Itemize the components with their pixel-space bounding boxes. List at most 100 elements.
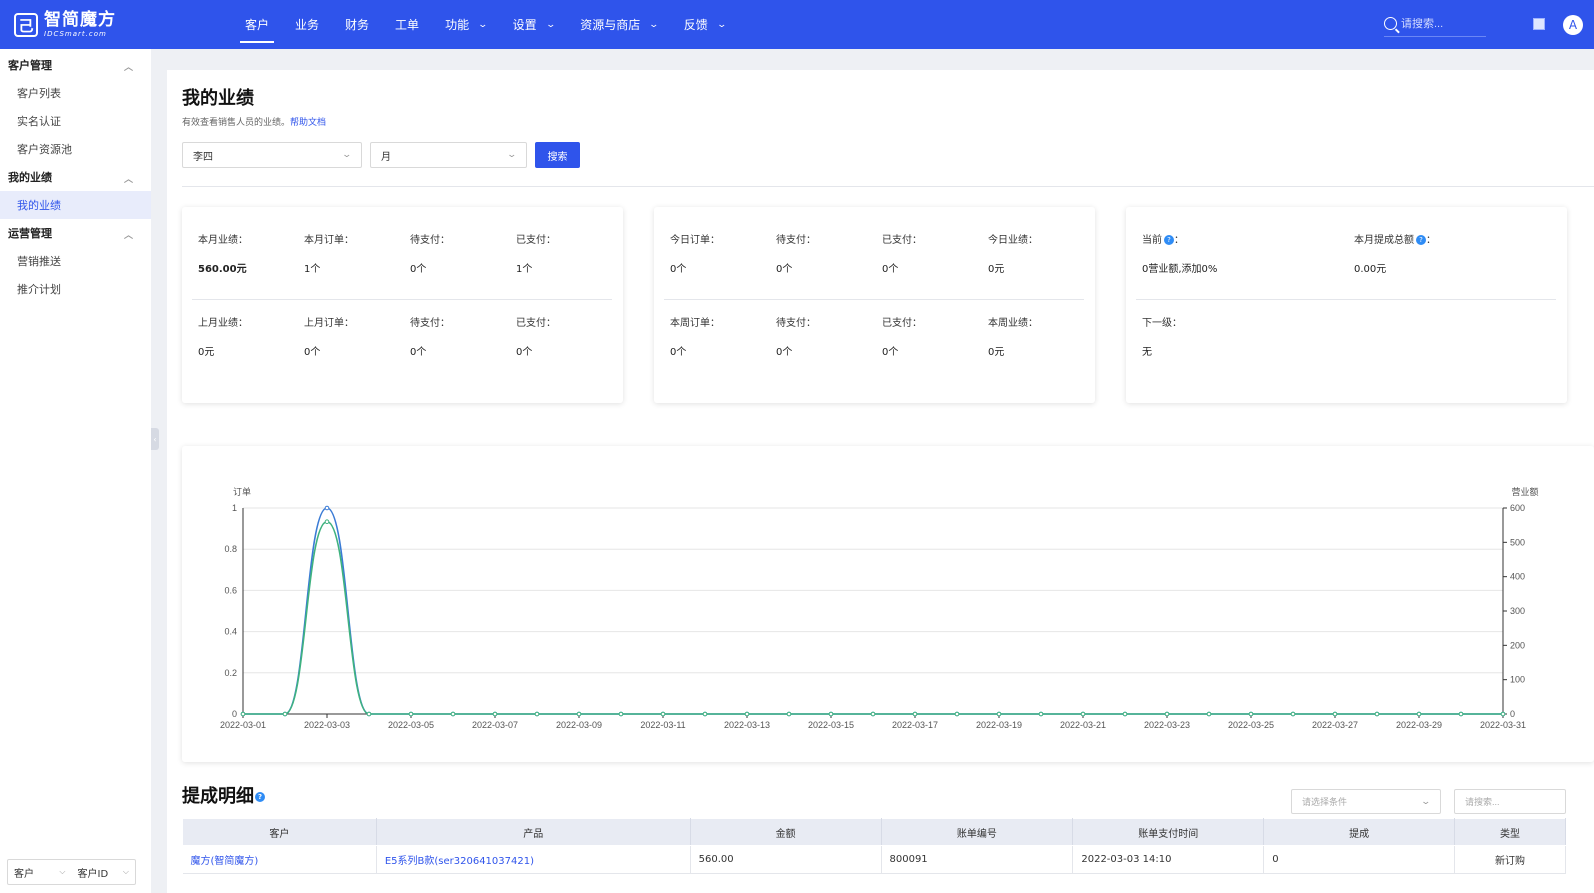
chevron-down-icon: ⌄	[506, 150, 518, 160]
x-tick-label: 2022-03-11	[640, 720, 685, 730]
help-icon[interactable]: ?	[1416, 235, 1426, 245]
data-point	[282, 711, 288, 717]
data-point	[1164, 711, 1170, 717]
data-point	[786, 711, 792, 717]
col-paid-time[interactable]: 账单支付时间	[1072, 818, 1265, 846]
main-content: 我的业绩 有效查看销售人员的业绩。帮助文档 李四 ⌄ 月 ⌄ 搜索 本月业绩： 560…	[167, 70, 1594, 893]
y-axis-label: 订单	[233, 486, 251, 497]
y2-tick-label: 600	[1510, 503, 1525, 513]
stat-week-pending: 待支付： 0个	[776, 318, 816, 358]
sidebar-group-operations[interactable]: 运营管理 ︿	[0, 219, 151, 247]
col-invoice-number[interactable]: 账单编号	[880, 818, 1074, 846]
data-point	[744, 711, 750, 717]
data-point	[1206, 711, 1212, 717]
stat-month-commission: 本月提成总额?： 0.00元	[1354, 235, 1436, 275]
nav-customers[interactable]: 客户	[232, 0, 282, 49]
chevron-down-icon: ⌄	[341, 150, 353, 160]
cell-customer-link[interactable]: 魔方(智简魔方)	[182, 845, 377, 874]
avatar[interactable]: A	[1563, 15, 1583, 35]
language-flag-icon[interactable]	[1533, 18, 1545, 30]
data-point	[618, 711, 624, 717]
page-subtitle: 有效查看销售人员的业绩。帮助文档	[182, 118, 327, 128]
period-select[interactable]: 月 ⌄	[370, 142, 527, 168]
top-navbar: 己 智简魔方 IDCSmart.com 客户 业务 财务 工单 功能 ⌄ 设置 ⌄ …	[0, 0, 1594, 49]
help-doc-link[interactable]: 帮助文档	[290, 118, 326, 128]
nav-business[interactable]: 业务	[282, 0, 332, 49]
table-row: 魔方(智简魔方) E5系列B款(ser320641037421) 560.00 …	[182, 845, 1566, 874]
series-line-orders	[243, 507, 1503, 715]
col-commission[interactable]: 提成	[1263, 818, 1456, 846]
sidebar-item-my-performance[interactable]: 我的业绩	[0, 191, 151, 219]
search-type-select[interactable]: 客户 ⌵	[8, 865, 72, 880]
stat-last-month-pending: 待支付： 0个	[410, 318, 450, 358]
stats-card-daily-weekly: 今日订单： 0个 待支付： 0个 已支付： 0个 今日业绩： 0元 本周订单： 0个 待支…	[654, 207, 1095, 403]
performance-chart: 订单 营业额 0 0.2 0.4 0.6 0.8 1 0 100 200 300 400 500 600…	[220, 486, 1539, 730]
col-customer[interactable]: 客户	[182, 818, 377, 846]
sidebar-item-marketing-push[interactable]: 营销推送	[0, 247, 151, 275]
data-point	[1122, 711, 1128, 717]
nav-finance[interactable]: 财务	[332, 0, 382, 49]
data-point	[996, 711, 1002, 717]
sidebar-search-selector: 客户 ⌵ 客户ID ⌵	[7, 859, 136, 885]
chevron-down-icon: ⌄	[477, 19, 489, 30]
top-search	[1384, 11, 1486, 37]
sidebar-collapse-handle[interactable]: ‹	[151, 428, 159, 450]
help-icon[interactable]: ?	[255, 792, 265, 802]
stat-divider	[664, 299, 1084, 300]
detail-title: 提成明细?	[182, 782, 265, 808]
data-point	[1248, 711, 1254, 717]
performance-chart-card: 订单 营业额 0 0.2 0.4 0.6 0.8 1 0 100 200 300 400 500 600…	[182, 446, 1594, 762]
data-point	[1416, 711, 1422, 717]
cell-commission: 0	[1263, 845, 1456, 874]
data-point	[1038, 711, 1044, 717]
x-tick-label: 2022-03-23	[1144, 720, 1190, 730]
data-point	[324, 505, 330, 511]
help-icon[interactable]: ?	[1164, 235, 1174, 245]
detail-condition-select[interactable]: 请选择条件 ⌄	[1291, 789, 1441, 814]
top-search-input[interactable]	[1401, 17, 1481, 30]
stat-today-performance: 今日业绩： 0元	[988, 235, 1038, 275]
x-tick-label: 2022-03-15	[808, 720, 854, 730]
y-tick-label: 0.4	[224, 627, 237, 637]
x-tick-label: 2022-03-13	[724, 720, 770, 730]
logo[interactable]: 己 智简魔方 IDCSmart.com	[14, 10, 116, 40]
stat-month-pending: 待支付： 0个	[410, 235, 450, 275]
data-point	[492, 711, 498, 717]
data-point	[576, 711, 582, 717]
x-tick-label: 2022-03-17	[892, 720, 938, 730]
detail-search-input[interactable]	[1454, 789, 1566, 814]
sidebar-item-customer-pool[interactable]: 客户资源池	[0, 135, 151, 163]
sidebar-group-my-performance[interactable]: 我的业绩 ︿	[0, 163, 151, 191]
nav-features[interactable]: 功能 ⌄	[432, 0, 500, 49]
col-amount[interactable]: 金额	[689, 818, 882, 846]
sidebar-item-real-name-auth[interactable]: 实名认证	[0, 107, 151, 135]
search-icon[interactable]	[1384, 17, 1397, 30]
nav-resources-store[interactable]: 资源与商店 ⌄	[567, 0, 671, 49]
x-tick-label: 2022-03-21	[1060, 720, 1106, 730]
sidebar-item-referral-plan[interactable]: 推介计划	[0, 275, 151, 303]
chevron-up-icon: ︿	[123, 175, 133, 185]
search-button[interactable]: 搜索	[535, 142, 580, 168]
nav-tickets[interactable]: 工单	[382, 0, 432, 49]
col-product[interactable]: 产品	[375, 818, 691, 846]
x-tick-label: 2022-03-27	[1312, 720, 1358, 730]
sidebar-item-customer-list[interactable]: 客户列表	[0, 79, 151, 107]
cell-type: 新订购	[1454, 845, 1566, 874]
nav-feedback[interactable]: 反馈 ⌄	[671, 0, 739, 49]
y2-tick-label: 0	[1510, 709, 1515, 719]
cell-product-link[interactable]: E5系列B款(ser320641037421)	[376, 845, 691, 874]
nav-settings[interactable]: 设置 ⌄	[500, 0, 568, 49]
search-field-select[interactable]: 客户ID ⌵	[72, 865, 136, 880]
sidebar-group-customer-management[interactable]: 客户管理 ︿	[0, 51, 151, 79]
stat-next-level: 下一级：无	[1142, 318, 1182, 358]
stat-current-level: 当前?： 0营业额,添加0%	[1142, 235, 1218, 275]
cell-amount: 560.00	[690, 845, 882, 874]
person-select[interactable]: 李四 ⌄	[182, 142, 362, 168]
data-point	[324, 519, 330, 525]
series-line-revenue	[243, 520, 1503, 715]
stat-today-paid: 已支付： 0个	[882, 235, 922, 275]
col-type[interactable]: 类型	[1454, 818, 1566, 846]
stat-week-paid: 已支付： 0个	[882, 318, 922, 358]
data-point	[534, 711, 540, 717]
data-point	[450, 711, 456, 717]
